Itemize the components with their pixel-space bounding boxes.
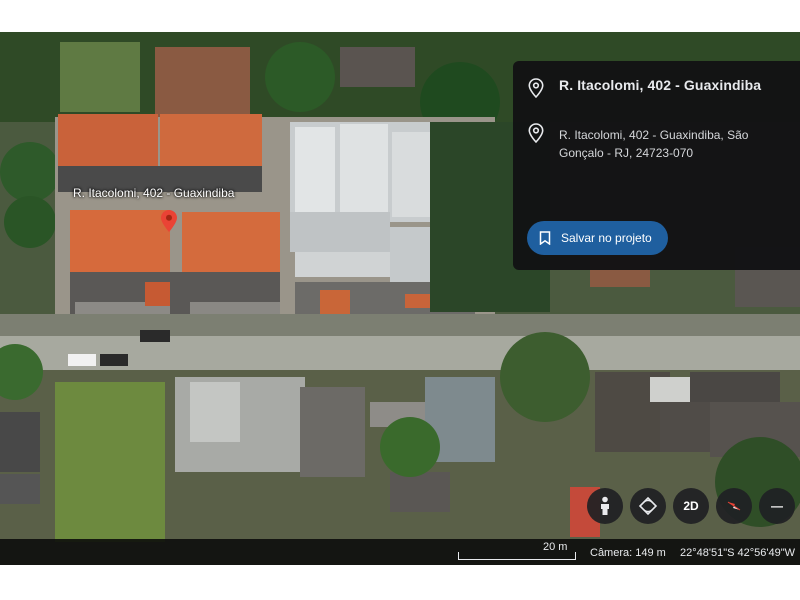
bookmark-icon: [539, 231, 551, 245]
pegman-button[interactable]: [587, 488, 623, 524]
map-viewport[interactable]: R. Itacolomi, 402 - Guaxindiba R. Itacol…: [0, 32, 800, 565]
place-pin-icon: [528, 78, 544, 98]
zoom-out-button[interactable]: —: [759, 488, 795, 524]
place-title-row: R. Itacolomi, 402 - Guaxindiba: [527, 77, 786, 98]
place-info-panel: R. Itacolomi, 402 - Guaxindiba R. Itacol…: [513, 61, 800, 270]
place-address: R. Itacolomi, 402 - Guaxindiba, São Gonç…: [559, 128, 749, 160]
view-mode-2d-button[interactable]: 2D: [673, 488, 709, 524]
place-title: R. Itacolomi, 402 - Guaxindiba: [559, 77, 762, 93]
address-pin-icon: [528, 123, 544, 143]
pegman-icon: [601, 496, 609, 515]
status-bar: 20 m Câmera: 149 m 22°48'51"S 42°56'49"W: [0, 539, 800, 565]
compass-icon: [727, 501, 741, 511]
compass-button[interactable]: [716, 488, 752, 524]
address-row: R. Itacolomi, 402 - Guaxindiba, São Gonç…: [527, 122, 786, 162]
camera-altitude: Câmera: 149 m: [590, 547, 666, 559]
rotate-view-button[interactable]: [630, 488, 666, 524]
save-to-project-button[interactable]: Salvar no projeto: [527, 221, 668, 255]
place-label[interactable]: R. Itacolomi, 402 - Guaxindiba: [73, 186, 234, 200]
location-pin-icon[interactable]: [161, 210, 177, 232]
scale-bar: [458, 552, 576, 560]
scale-label: 20 m: [543, 541, 568, 553]
coordinates-readout: 22°48'51"S 42°56'49"W: [680, 547, 795, 559]
rotate-icon: [638, 496, 658, 516]
save-to-project-label: Salvar no projeto: [561, 231, 652, 245]
